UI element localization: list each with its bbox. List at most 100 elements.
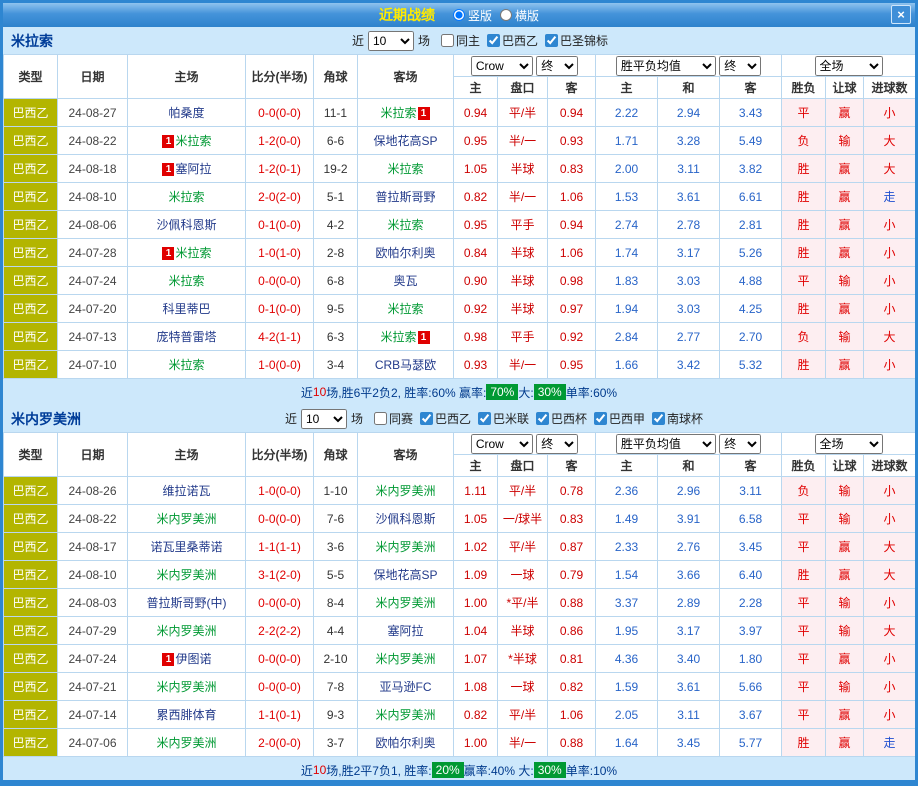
filter-checkbox[interactable] — [420, 412, 433, 425]
filter-option[interactable]: 巴西乙 — [420, 410, 471, 427]
filter-checkbox[interactable] — [536, 412, 549, 425]
filter-checkbox[interactable] — [545, 34, 558, 47]
team-link[interactable]: 欧帕尔利奥 — [375, 246, 435, 260]
team-link[interactable]: 塞阿拉 — [175, 162, 211, 176]
team-link[interactable]: 米内罗美洲 — [156, 624, 216, 638]
team-link[interactable]: 米内罗美洲 — [375, 540, 435, 554]
avg-stage-select[interactable]: 终 — [719, 56, 761, 76]
team-link[interactable]: CRB马瑟欧 — [375, 358, 436, 372]
filter-option-label: 巴米联 — [493, 410, 529, 427]
scope-group-header: 全场 — [782, 433, 916, 455]
team-link[interactable]: 诺瓦里桑蒂诺 — [150, 540, 222, 554]
filter-checkbox[interactable] — [487, 34, 500, 47]
team-link[interactable]: 米拉索 — [387, 302, 423, 316]
filter-option[interactable]: 巴米联 — [478, 410, 529, 427]
avg-type-select[interactable]: 胜平负均值 — [616, 56, 716, 76]
away-team-cell: 塞阿拉 — [358, 617, 454, 645]
team-link[interactable]: 沙佩科恩斯 — [375, 512, 435, 526]
team-link[interactable]: 米拉索 — [387, 218, 423, 232]
match-row: 巴西乙24-08-10米拉索2-0(2-0)5-1普拉斯哥野0.82半/一1.0… — [4, 183, 916, 211]
odds-stage-select[interactable]: 终 — [536, 434, 578, 454]
close-button[interactable]: × — [891, 5, 911, 24]
filter-option[interactable]: 巴西乙 — [487, 32, 538, 49]
filter-option[interactable]: 同赛 — [374, 410, 413, 427]
odds-home-cell: 1.02 — [454, 533, 498, 561]
team-link[interactable]: 累西腓体育 — [156, 708, 216, 722]
filter-checkbox[interactable] — [441, 34, 454, 47]
layout-vertical-option[interactable]: 竖版 — [453, 7, 492, 24]
team-link[interactable]: 米内罗美洲 — [156, 512, 216, 526]
team-link[interactable]: 米拉索 — [168, 190, 204, 204]
corner-cell: 3-7 — [314, 729, 358, 757]
filter-checkbox[interactable] — [594, 412, 607, 425]
away-team-cell: 奥瓦 — [358, 267, 454, 295]
scope-select[interactable]: 全场 — [815, 56, 883, 76]
goals-result-cell: 走 — [864, 183, 916, 211]
team-link[interactable]: 保地花高SP — [373, 134, 437, 148]
odds-stage-select[interactable]: 终 — [536, 56, 578, 76]
handicap-result-cell: 赢 — [826, 351, 864, 379]
avg-type-select[interactable]: 胜平负均值 — [616, 434, 716, 454]
filter-option[interactable]: 同主 — [441, 32, 480, 49]
odds-away-cell: 0.95 — [548, 351, 596, 379]
team-link[interactable]: 欧帕尔利奥 — [375, 736, 435, 750]
vertical-layout-radio[interactable] — [453, 9, 465, 21]
team-link[interactable]: 米内罗美洲 — [375, 484, 435, 498]
filter-checkbox[interactable] — [652, 412, 665, 425]
col-header-date: 日期 — [58, 55, 128, 99]
filter-option[interactable]: 巴西甲 — [594, 410, 645, 427]
team-link[interactable]: 米拉索 — [175, 246, 211, 260]
filter-checkbox[interactable] — [478, 412, 491, 425]
filter-option[interactable]: 南球杯 — [652, 410, 703, 427]
handicap-result-cell: 输 — [826, 617, 864, 645]
team-link[interactable]: 米内罗美洲 — [375, 708, 435, 722]
odds-group-header: Crow 终 — [454, 433, 596, 455]
filter-option[interactable]: 巴西杯 — [536, 410, 587, 427]
filter-checkbox[interactable] — [374, 412, 387, 425]
team-link[interactable]: 帕桑度 — [168, 106, 204, 120]
odds-home-cell: 1.11 — [454, 477, 498, 505]
team-link[interactable]: 米拉索 — [380, 330, 416, 344]
bookmaker-select[interactable]: Crow — [471, 434, 533, 454]
bookmaker-select[interactable]: Crow — [471, 56, 533, 76]
team-link[interactable]: 庞特普雷塔 — [156, 330, 216, 344]
filter-option[interactable]: 巴圣锦标 — [545, 32, 608, 49]
team-link[interactable]: 沙佩科恩斯 — [156, 218, 216, 232]
team-link[interactable]: 保地花高SP — [373, 568, 437, 582]
team-link[interactable]: 米内罗美洲 — [156, 736, 216, 750]
team-link[interactable]: 奥瓦 — [393, 274, 417, 288]
handicap-cell: 半球 — [498, 155, 548, 183]
layout-horizontal-option[interactable]: 横版 — [500, 7, 539, 24]
team-link[interactable]: 米内罗美洲 — [156, 680, 216, 694]
team-link[interactable]: 普拉斯哥野(中) — [147, 596, 227, 610]
avg-away-cell: 5.26 — [720, 239, 782, 267]
team-link[interactable]: 米拉索 — [168, 358, 204, 372]
team-link[interactable]: 米内罗美洲 — [156, 568, 216, 582]
recent-count-select[interactable]: 10 — [368, 31, 414, 51]
filter-option-label: 巴西杯 — [551, 410, 587, 427]
team-link[interactable]: 米内罗美洲 — [375, 652, 435, 666]
horizontal-layout-radio[interactable] — [500, 9, 512, 21]
recent-count-select[interactable]: 10 — [301, 409, 347, 429]
away-team-cell: 米内罗美洲 — [358, 477, 454, 505]
team-link[interactable]: 普拉斯哥野 — [375, 190, 435, 204]
scope-select[interactable]: 全场 — [815, 434, 883, 454]
team-link[interactable]: 米内罗美洲 — [375, 596, 435, 610]
team-link[interactable]: 伊图诺 — [175, 652, 211, 666]
avg-stage-select[interactable]: 终 — [719, 434, 761, 454]
team-link[interactable]: 亚马逊FC — [380, 680, 432, 694]
league-type-cell: 巴西乙 — [4, 617, 58, 645]
team-link[interactable]: 米拉索 — [387, 162, 423, 176]
red-card-badge: 1 — [162, 135, 174, 148]
team-link[interactable]: 科里蒂巴 — [162, 302, 210, 316]
team-link[interactable]: 米拉索 — [175, 134, 211, 148]
corner-cell: 5-5 — [314, 561, 358, 589]
odds-home-cell: 0.95 — [454, 127, 498, 155]
away-team-cell: 欧帕尔利奥 — [358, 239, 454, 267]
section-team-1: 米拉索 近 10 场 同主巴西乙巴圣锦标 类型 日期 主场 — [3, 27, 915, 405]
team-link[interactable]: 塞阿拉 — [387, 624, 423, 638]
team-link[interactable]: 米拉索 — [168, 274, 204, 288]
handicap-result-cell: 赢 — [826, 183, 864, 211]
team-link[interactable]: 维拉诺瓦 — [162, 484, 210, 498]
team-link[interactable]: 米拉索 — [380, 106, 416, 120]
